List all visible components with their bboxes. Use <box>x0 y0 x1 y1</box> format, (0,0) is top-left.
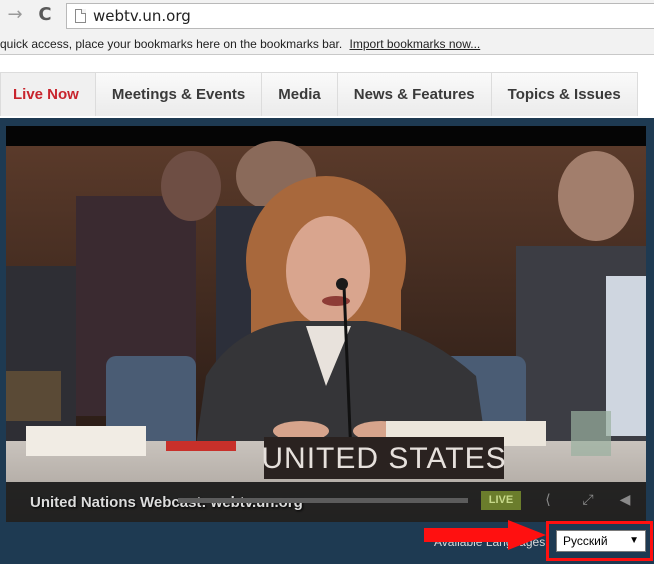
back-arrow-icon[interactable]: → <box>4 4 26 26</box>
bookmarks-bar-message: quick access, place your bookmarks here … <box>0 37 343 51</box>
bookmarks-bar: quick access, place your bookmarks here … <box>0 32 654 55</box>
page-icon <box>75 9 86 23</box>
tab-media[interactable]: Media <box>261 72 338 116</box>
language-select[interactable]: Русский ▼ <box>556 530 646 552</box>
reload-icon[interactable]: C <box>34 4 56 26</box>
share-icon[interactable]: ⟨ <box>537 491 559 510</box>
dropdown-caret-icon: ▼ <box>629 535 639 546</box>
main-nav-tabs: Live Now Meetings & Events Media News & … <box>0 72 638 116</box>
progress-bar[interactable] <box>178 498 468 503</box>
import-bookmarks-link[interactable]: Import bookmarks now... <box>350 37 481 51</box>
nameplate-text: UNITED STATES <box>261 442 506 475</box>
live-badge[interactable]: LIVE <box>481 491 521 510</box>
url-text: webtv.un.org <box>93 7 191 25</box>
fullscreen-icon[interactable]: ⤢ <box>577 491 599 510</box>
video-frame-image: UNITED STATES <box>6 126 646 522</box>
tab-news-features[interactable]: News & Features <box>336 72 492 116</box>
address-bar[interactable]: webtv.un.org <box>66 3 654 29</box>
volume-icon[interactable]: ◀ <box>614 491 636 510</box>
tab-meetings-events[interactable]: Meetings & Events <box>94 72 263 116</box>
browser-toolbar: → C webtv.un.org <box>0 0 654 32</box>
annotation-arrow-icon <box>424 520 546 550</box>
tab-live-now[interactable]: Live Now <box>0 72 96 116</box>
tab-topics-issues[interactable]: Topics & Issues <box>490 72 638 116</box>
video-player[interactable]: UNITED STATES <box>6 126 646 522</box>
language-select-value: Русский <box>563 534 608 548</box>
